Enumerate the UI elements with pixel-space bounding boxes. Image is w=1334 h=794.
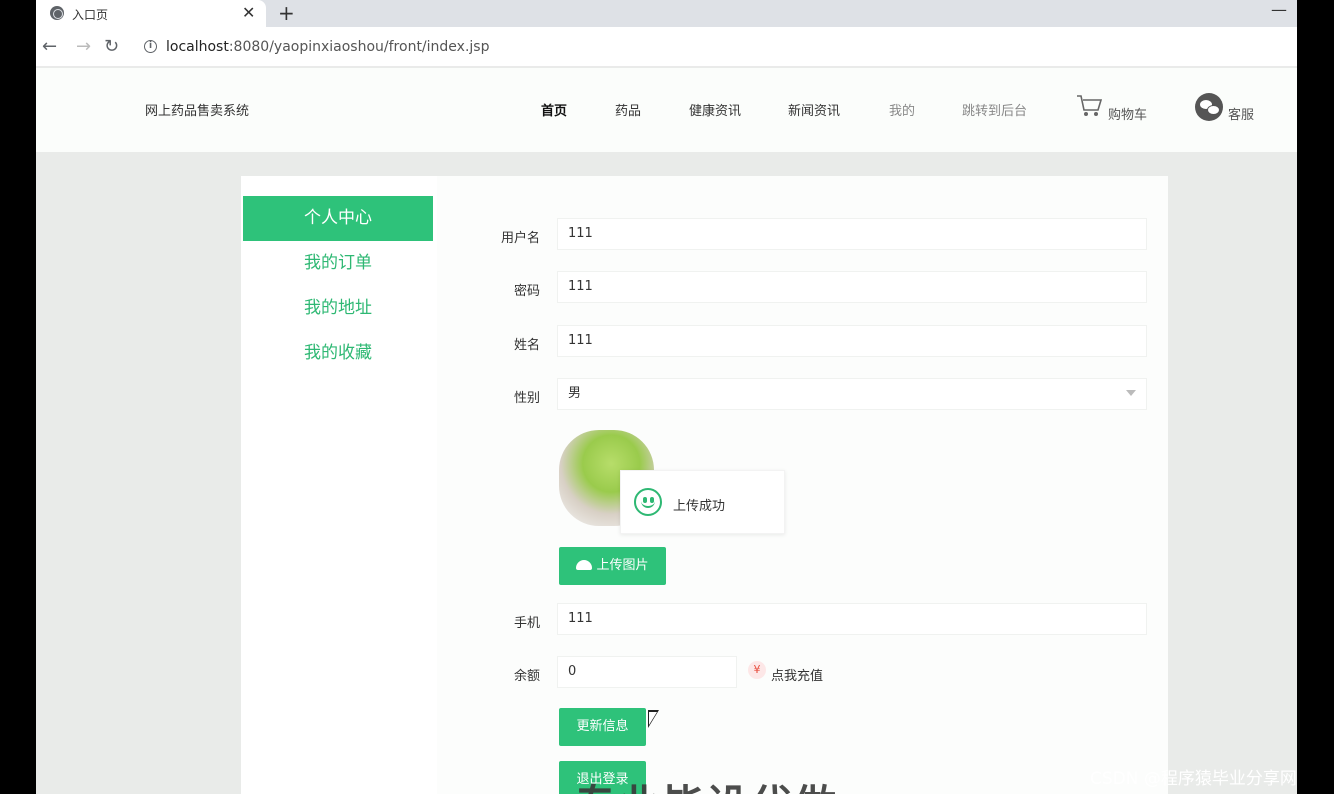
new-tab-button[interactable]: +	[278, 1, 295, 25]
wechat-icon[interactable]	[1195, 93, 1223, 121]
close-tab-icon[interactable]: ✕	[242, 3, 255, 22]
csdn-watermark: CSDN @程序猿毕业分享网	[1090, 769, 1297, 789]
yuan-icon[interactable]: ¥	[748, 661, 766, 679]
chevron-down-icon	[1126, 390, 1136, 396]
balance-label: 余额	[513, 669, 540, 684]
phone-field[interactable]: 111	[557, 603, 1147, 635]
password-field[interactable]: 111	[557, 271, 1147, 303]
sidebar-item-orders[interactable]: 我的订单	[243, 241, 433, 286]
browser-tab[interactable]: 入口页 ✕	[36, 0, 266, 27]
globe-icon	[50, 6, 64, 20]
smile-icon	[634, 488, 662, 516]
cloud-upload-icon	[576, 560, 593, 570]
nav-home[interactable]: 首页	[541, 100, 567, 119]
cart-icon[interactable]	[1076, 94, 1102, 118]
site-header: 网上药品售卖系统 首页 药品 健康资讯 新闻资讯 我的 跳转到后台 购物车 客服	[36, 68, 1297, 152]
gender-select[interactable]: 男	[557, 378, 1147, 410]
username-field[interactable]: 111	[557, 218, 1147, 250]
gender-label: 性别	[513, 391, 540, 406]
nav-medicine[interactable]: 药品	[615, 100, 641, 119]
username-label: 用户名	[500, 231, 540, 246]
update-info-button[interactable]: 更新信息	[559, 708, 646, 746]
promo-overlay-text: 专业毕设代做	[574, 772, 838, 794]
browser-window: 入口页 ✕ + — ← → ↻ i localhost:8080/yaopinx…	[36, 0, 1297, 794]
browser-toolbar: ← → ↻ i localhost:8080/yaopinxiaoshou/fr…	[36, 27, 1297, 67]
gender-value: 男	[568, 386, 582, 401]
nav-admin[interactable]: 跳转到后台	[962, 100, 1027, 119]
tab-title: 入口页	[72, 8, 109, 22]
info-icon[interactable]: i	[144, 40, 157, 53]
service-label[interactable]: 客服	[1228, 104, 1254, 123]
content-panel: 个人中心 我的订单 我的地址 我的收藏 用户名 111 密码 111 姓名 11…	[241, 176, 1168, 794]
url-host: localhost	[166, 39, 229, 55]
password-label: 密码	[513, 284, 540, 299]
upload-image-button[interactable]: 上传图片	[559, 547, 666, 585]
toast-message: 上传成功	[673, 499, 726, 514]
site-title: 网上药品售卖系统	[145, 104, 250, 119]
back-arrow-icon[interactable]: ←	[42, 36, 57, 57]
upload-success-toast: 上传成功	[620, 470, 785, 534]
sidebar-item-address[interactable]: 我的地址	[243, 286, 433, 331]
profile-form: 用户名 111 密码 111 姓名 111 性别 男 上传成功 上传图片 手机	[437, 176, 1168, 794]
tab-bar: 入口页 ✕ + —	[36, 0, 1297, 27]
recharge-link[interactable]: 点我充值	[771, 665, 823, 684]
name-field[interactable]: 111	[557, 325, 1147, 357]
sidebar-item-profile[interactable]: 个人中心	[243, 196, 433, 241]
sidebar-item-favorites[interactable]: 我的收藏	[243, 331, 433, 376]
cart-label[interactable]: 购物车	[1108, 104, 1147, 123]
sidebar: 个人中心 我的订单 我的地址 我的收藏	[243, 196, 433, 376]
nav-mine[interactable]: 我的	[889, 100, 915, 119]
minimize-button[interactable]: —	[1271, 0, 1287, 19]
upload-button-label: 上传图片	[596, 558, 649, 573]
mouse-cursor-icon	[648, 710, 659, 728]
balance-field[interactable]: 0	[557, 656, 737, 688]
nav-news[interactable]: 新闻资讯	[788, 100, 840, 119]
reload-icon[interactable]: ↻	[104, 36, 119, 57]
url-path: :8080/yaopinxiaoshou/front/index.jsp	[228, 39, 490, 55]
name-label: 姓名	[513, 338, 540, 353]
phone-label: 手机	[513, 616, 540, 631]
forward-arrow-icon[interactable]: →	[76, 36, 91, 57]
address-bar[interactable]: localhost:8080/yaopinxiaoshou/front/inde…	[166, 39, 489, 55]
nav-health-news[interactable]: 健康资讯	[689, 100, 741, 119]
